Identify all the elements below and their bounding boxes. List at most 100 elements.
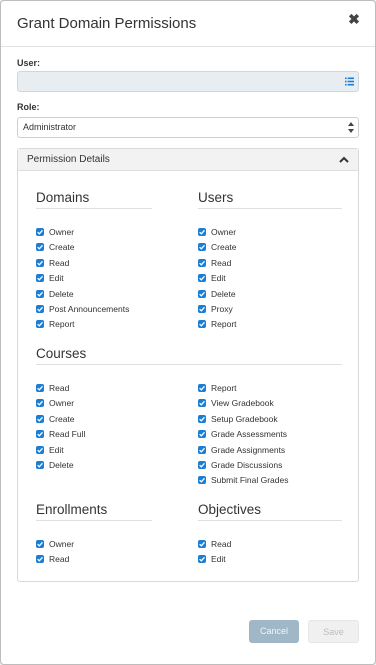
permission-label: Read: [49, 257, 70, 268]
permission-checkbox-row[interactable]: Post Announcements: [36, 303, 129, 315]
checkbox-checked-icon[interactable]: [36, 384, 44, 392]
checkbox-checked-icon[interactable]: [198, 540, 206, 548]
checkbox-checked-icon[interactable]: [36, 445, 44, 454]
user-field[interactable]: [17, 71, 359, 92]
section-title-users: Users: [198, 190, 234, 205]
dialog-title: Grant Domain Permissions: [17, 15, 197, 32]
permission-label: Create: [49, 242, 75, 253]
checkbox-checked-icon[interactable]: [198, 274, 206, 283]
panel-title: Permission Details: [27, 154, 110, 165]
permission-checkbox-row[interactable]: Owner: [36, 226, 74, 238]
permission-label: Delete: [211, 288, 236, 299]
permission-label: Delete: [49, 288, 74, 299]
user-label: User:: [17, 58, 41, 68]
permission-checkbox-row[interactable]: Grade Discussions: [198, 459, 282, 471]
permission-label: Read: [211, 257, 232, 268]
checkbox-checked-icon[interactable]: [36, 228, 44, 236]
permission-checkbox-row[interactable]: Delete: [36, 459, 74, 471]
permission-label: Read: [49, 554, 70, 565]
checkbox-checked-icon[interactable]: [198, 555, 206, 564]
save-button[interactable]: Save: [308, 620, 359, 643]
divider: [36, 520, 152, 521]
permission-checkbox-row[interactable]: Edit: [36, 444, 64, 456]
permission-checkbox-row[interactable]: Delete: [198, 288, 236, 300]
panel-header[interactable]: Permission Details: [18, 149, 358, 171]
checkbox-checked-icon[interactable]: [198, 258, 206, 267]
checkbox-checked-icon[interactable]: [36, 461, 44, 469]
checkbox-checked-icon[interactable]: [36, 555, 44, 564]
checkbox-checked-icon[interactable]: [198, 414, 206, 423]
divider: [198, 208, 342, 209]
permission-checkbox-row[interactable]: Owner: [198, 226, 236, 238]
permission-checkbox-row[interactable]: Read: [36, 382, 69, 394]
list-icon[interactable]: [345, 77, 354, 86]
permission-checkbox-row[interactable]: Grade Assessments: [198, 428, 287, 440]
divider: [36, 364, 342, 365]
permission-checkbox-row[interactable]: Read: [36, 257, 69, 269]
permission-checkbox-row[interactable]: Create: [198, 241, 237, 253]
role-select[interactable]: Administrator: [17, 117, 359, 138]
permission-label: Setup Gradebook: [211, 413, 278, 424]
checkbox-checked-icon[interactable]: [198, 243, 206, 252]
permission-label: Submit Final Grades: [211, 475, 289, 486]
grant-permissions-dialog: Grant Domain Permissions ✖ User: Role: A…: [0, 0, 376, 665]
checkbox-checked-icon[interactable]: [198, 320, 206, 329]
permission-label: Delete: [49, 460, 74, 470]
permission-label: Owner: [49, 227, 75, 237]
permission-checkbox-row[interactable]: Owner: [36, 538, 74, 550]
permission-checkbox-row[interactable]: Report: [198, 318, 237, 330]
permission-checkbox-row[interactable]: Create: [36, 413, 75, 425]
checkbox-checked-icon[interactable]: [198, 461, 206, 469]
permission-checkbox-row[interactable]: Setup Gradebook: [198, 413, 278, 425]
checkbox-checked-icon[interactable]: [36, 399, 44, 408]
cancel-button[interactable]: Cancel: [249, 620, 299, 643]
permission-checkbox-row[interactable]: Read: [36, 553, 69, 565]
permission-label: Grade Assessments: [211, 429, 288, 440]
permission-checkbox-row[interactable]: Delete: [36, 288, 74, 300]
checkbox-checked-icon[interactable]: [198, 305, 206, 313]
checkbox-checked-icon[interactable]: [36, 414, 44, 423]
permission-checkbox-row[interactable]: Read Full: [36, 428, 85, 440]
checkbox-checked-icon[interactable]: [36, 274, 44, 283]
permission-label: Grade Discussions: [211, 460, 283, 470]
permission-label: Create: [49, 413, 75, 424]
permission-checkbox-row[interactable]: Owner: [36, 397, 74, 409]
permission-checkbox-row[interactable]: Create: [36, 241, 75, 253]
checkbox-checked-icon[interactable]: [198, 445, 206, 454]
permission-checkbox-row[interactable]: Edit: [198, 553, 226, 565]
checkbox-checked-icon[interactable]: [36, 305, 44, 313]
checkbox-checked-icon[interactable]: [198, 399, 206, 408]
checkbox-checked-icon[interactable]: [198, 289, 206, 298]
permission-checkbox-row[interactable]: Read: [198, 538, 231, 550]
checkbox-checked-icon[interactable]: [36, 430, 44, 439]
checkbox-checked-icon[interactable]: [198, 430, 206, 439]
checkbox-checked-icon[interactable]: [36, 540, 44, 548]
permission-checkbox-row[interactable]: Read: [198, 257, 231, 269]
permission-checkbox-row[interactable]: Submit Final Grades: [198, 474, 288, 486]
permission-label: Proxy: [211, 304, 233, 314]
checkbox-checked-icon[interactable]: [198, 476, 206, 485]
permission-checkbox-row[interactable]: Edit: [198, 272, 226, 284]
permission-label: Report: [211, 383, 237, 393]
permission-checkbox-row[interactable]: View Gradebook: [198, 397, 274, 409]
permission-checkbox-row[interactable]: Proxy: [198, 303, 233, 315]
permission-checkbox-row[interactable]: Report: [198, 382, 237, 394]
checkbox-checked-icon[interactable]: [36, 243, 44, 252]
divider: [36, 208, 152, 209]
permission-checkbox-row[interactable]: Report: [36, 318, 75, 330]
permission-checkbox-row[interactable]: Edit: [36, 272, 64, 284]
chevron-up-icon[interactable]: [339, 156, 349, 163]
checkbox-checked-icon[interactable]: [36, 289, 44, 298]
checkbox-checked-icon[interactable]: [36, 320, 44, 329]
permission-checkbox-row[interactable]: Grade Assignments: [198, 444, 285, 456]
checkbox-checked-icon[interactable]: [198, 228, 206, 236]
checkbox-checked-icon[interactable]: [198, 384, 206, 392]
permission-label: Post Announcements: [49, 304, 130, 314]
checkbox-checked-icon[interactable]: [36, 258, 44, 267]
permission-label: Report: [49, 319, 75, 330]
close-icon[interactable]: ✖: [347, 12, 361, 26]
section-title-domains: Domains: [36, 190, 90, 205]
permission-label: Read Full: [49, 429, 86, 440]
permission-label: Owner: [211, 227, 237, 237]
role-value: Administrator: [23, 122, 77, 132]
